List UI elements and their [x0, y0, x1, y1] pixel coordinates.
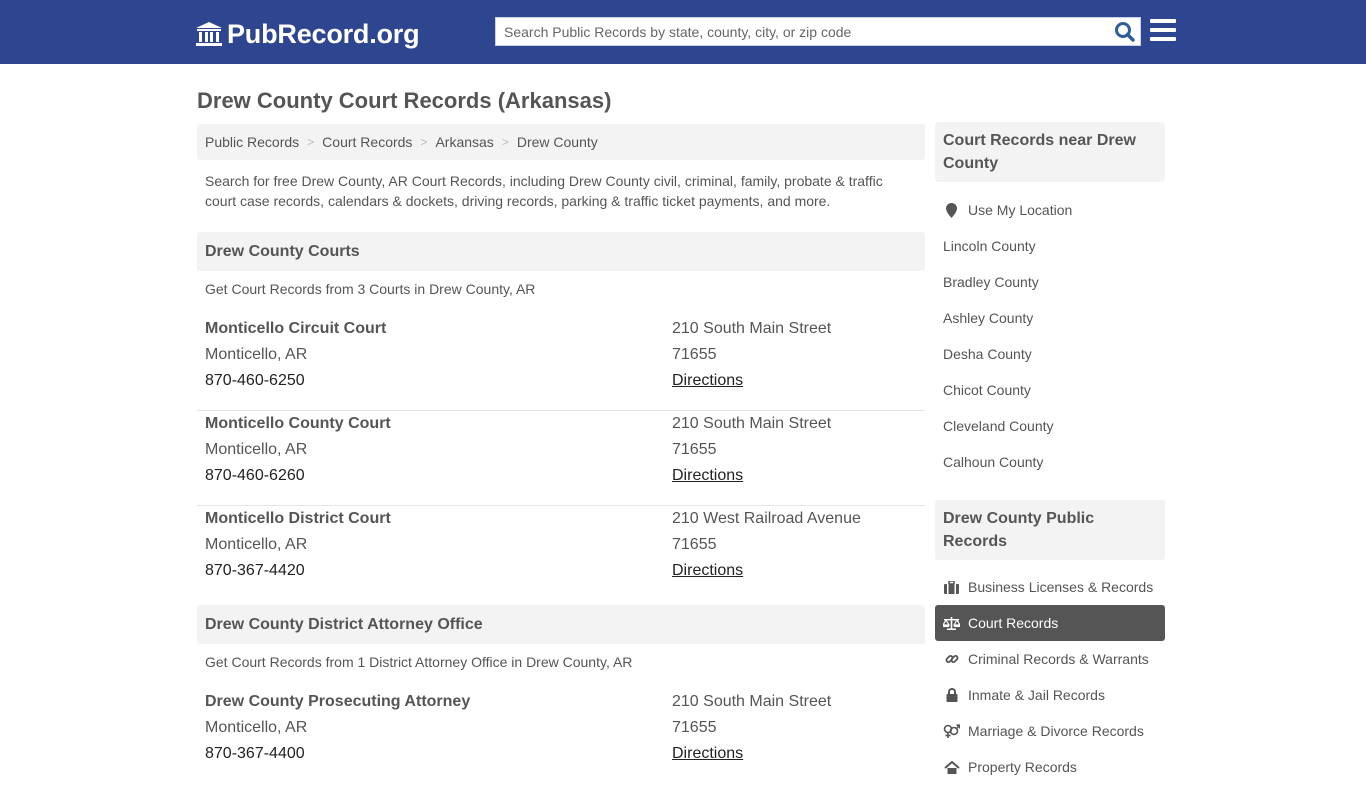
page-title: Drew County Court Records (Arkansas): [197, 88, 612, 113]
courthouse-icon: [196, 22, 222, 46]
search-box: [495, 17, 1141, 46]
sidebar-nearby-title: Court Records near Drew County: [935, 122, 1165, 182]
sidebar-county-link[interactable]: Calhoun County: [935, 444, 1165, 480]
directions-link[interactable]: Directions: [672, 372, 743, 389]
scales-icon: [943, 616, 960, 630]
breadcrumb: Public Records > Court Records > Arkansa…: [197, 124, 925, 160]
directions-link[interactable]: Directions: [672, 467, 743, 484]
breadcrumb-arkansas[interactable]: Arkansas: [435, 134, 493, 150]
court-name: Monticello District Court: [205, 510, 391, 527]
court-city: Monticello, AR: [205, 536, 308, 553]
sidebar-item-label: Property Records: [968, 759, 1077, 775]
court-name: Monticello County Court: [205, 415, 391, 432]
search-input[interactable]: [496, 18, 1106, 45]
county-label: Lincoln County: [943, 238, 1036, 254]
court-phone: 870-460-6250: [205, 372, 305, 389]
section-courts-subtitle: Get Court Records from 3 Courts in Drew …: [205, 281, 536, 297]
use-my-location-label: Use My Location: [968, 202, 1073, 218]
directions-link[interactable]: Directions: [672, 562, 743, 579]
gender-icon: [943, 724, 960, 738]
sidebar-county-link[interactable]: Chicot County: [935, 372, 1165, 408]
sidebar-item-label: Inmate & Jail Records: [968, 687, 1105, 703]
court-zip: 71655: [672, 346, 717, 363]
court-record: Monticello Circuit Court Monticello, AR …: [197, 316, 925, 411]
sidebar-item-label: Business Licenses & Records: [968, 579, 1154, 595]
office-zip: 71655: [672, 719, 717, 736]
sidebar-item-criminal-records[interactable]: Criminal Records & Warrants: [935, 641, 1165, 677]
sidebar-public-records-title: Drew County Public Records: [935, 500, 1165, 560]
breadcrumb-separator: >: [501, 135, 509, 149]
office-city: Monticello, AR: [205, 719, 308, 736]
link-icon: [943, 652, 960, 666]
sidebar-item-label: Court Records: [968, 615, 1059, 631]
sidebar-item-inmate-records[interactable]: Inmate & Jail Records: [935, 677, 1165, 713]
sidebar-county-link[interactable]: Desha County: [935, 336, 1165, 372]
sidebar-county-link[interactable]: Bradley County: [935, 264, 1165, 300]
sidebar-item-court-records[interactable]: Court Records: [935, 605, 1165, 641]
court-phone: 870-367-4420: [205, 562, 305, 579]
county-label: Cleveland County: [943, 418, 1054, 434]
breadcrumb-court-records[interactable]: Court Records: [322, 134, 412, 150]
court-zip: 71655: [672, 536, 717, 553]
sidebar-county-link[interactable]: Lincoln County: [935, 228, 1165, 264]
sidebar-item-property-records[interactable]: Property Records: [935, 749, 1165, 785]
county-label: Chicot County: [943, 382, 1031, 398]
court-address: 210 South Main Street: [672, 415, 832, 432]
county-label: Desha County: [943, 346, 1032, 362]
office-phone: 870-367-4400: [205, 745, 305, 762]
home-icon: [943, 760, 960, 774]
lock-icon: [943, 688, 960, 702]
breadcrumb-drew-county[interactable]: Drew County: [517, 134, 598, 150]
use-my-location-button[interactable]: Use My Location: [935, 192, 1165, 228]
court-record: Monticello County Court Monticello, AR 8…: [197, 411, 925, 506]
section-da-subtitle: Get Court Records from 1 District Attorn…: [205, 654, 633, 670]
court-address: 210 West Railroad Avenue: [672, 510, 861, 527]
briefcase-icon: [943, 580, 960, 594]
site-logo[interactable]: PubRecord.org: [195, 17, 420, 51]
search-icon[interactable]: [1114, 21, 1136, 43]
breadcrumb-separator: >: [420, 135, 428, 149]
sidebar-public-records-list: Business Licenses & Records Court Record…: [935, 569, 1165, 785]
court-city: Monticello, AR: [205, 346, 308, 363]
sidebar-county-link[interactable]: Cleveland County: [935, 408, 1165, 444]
court-record: Monticello District Court Monticello, AR…: [197, 506, 925, 601]
sidebar-item-label: Criminal Records & Warrants: [968, 651, 1149, 667]
section-da-title: Drew County District Attorney Office: [197, 605, 925, 644]
menu-icon[interactable]: [1150, 19, 1176, 43]
court-address: 210 South Main Street: [672, 320, 832, 337]
directions-link[interactable]: Directions: [672, 745, 743, 762]
court-zip: 71655: [672, 441, 717, 458]
sidebar-nearby-list: Use My Location Lincoln County Bradley C…: [935, 192, 1165, 480]
section-courts-title: Drew County Courts: [197, 232, 925, 271]
breadcrumb-separator: >: [307, 135, 315, 149]
office-name: Drew County Prosecuting Attorney: [205, 693, 471, 710]
sidebar-county-link[interactable]: Ashley County: [935, 300, 1165, 336]
court-name: Monticello Circuit Court: [205, 320, 387, 337]
court-city: Monticello, AR: [205, 441, 308, 458]
county-label: Ashley County: [943, 310, 1034, 326]
da-record: Drew County Prosecuting Attorney Montice…: [197, 689, 925, 784]
intro-text: Search for free Drew County, AR Court Re…: [205, 173, 883, 209]
county-label: Calhoun County: [943, 454, 1044, 470]
breadcrumb-public-records[interactable]: Public Records: [205, 134, 299, 150]
map-marker-icon: [943, 202, 960, 218]
court-phone: 870-460-6260: [205, 467, 305, 484]
office-address: 210 South Main Street: [672, 693, 832, 710]
county-label: Bradley County: [943, 274, 1039, 290]
sidebar-item-label: Marriage & Divorce Records: [968, 723, 1144, 739]
sidebar-item-business-licenses[interactable]: Business Licenses & Records: [935, 569, 1165, 605]
sidebar-item-marriage-records[interactable]: Marriage & Divorce Records: [935, 713, 1165, 749]
logo-text: PubRecord.org: [227, 19, 420, 49]
site-header: PubRecord.org: [0, 0, 1366, 64]
